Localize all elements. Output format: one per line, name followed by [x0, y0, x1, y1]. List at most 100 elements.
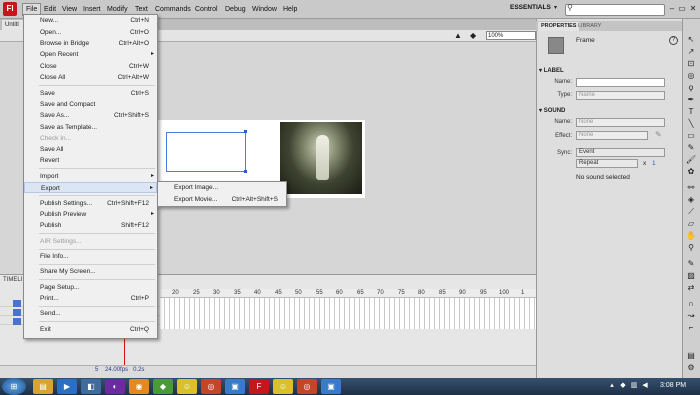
menu-debug[interactable]: Debug: [222, 3, 249, 16]
tab-library[interactable]: LIBRARY: [575, 22, 604, 31]
paint-bucket-tool-icon[interactable]: ◈: [685, 195, 697, 205]
snap-icon[interactable]: ∩: [685, 299, 697, 309]
menu-item-publish-preview[interactable]: Publish Preview ▸: [24, 209, 157, 220]
menu-item-close-all[interactable]: Close All Ctrl+Alt+W: [24, 72, 157, 83]
minimize-button[interactable]: –: [667, 3, 677, 14]
menu-item-send[interactable]: Send...: [24, 308, 157, 319]
workspace-switcher[interactable]: ESSENTIALS: [510, 4, 551, 11]
zoom-select[interactable]: 100%: [486, 31, 536, 40]
menu-control[interactable]: Control: [192, 3, 221, 16]
menu-item-save-as[interactable]: Save As... Ctrl+Shift+S: [24, 110, 157, 121]
messenger2-taskbar-icon[interactable]: ☺: [273, 379, 293, 394]
tool-options-icon[interactable]: ▤: [685, 351, 697, 361]
explorer-taskbar-icon[interactable]: ▤: [33, 379, 53, 394]
selection-handle[interactable]: [244, 170, 247, 173]
menu-item-exit[interactable]: Exit Ctrl+Q: [24, 324, 157, 335]
help-icon[interactable]: ?: [669, 36, 678, 45]
menu-item-print[interactable]: Print... Ctrl+P: [24, 293, 157, 304]
menu-item-save-as-template[interactable]: Save as Template...: [24, 122, 157, 133]
system-clock[interactable]: 3:08 PM: [660, 382, 686, 389]
selection-handle[interactable]: [244, 130, 247, 133]
submenu-item-export-image[interactable]: Export Image...: [158, 182, 286, 193]
text-tool-icon[interactable]: T: [685, 107, 697, 117]
menu-item-publish-settings[interactable]: Publish Settings... Ctrl+Shift+F12: [24, 198, 157, 209]
menu-item-open-recent[interactable]: Open Recent ▸: [24, 49, 157, 60]
tray-arrow-icon[interactable]: ▴: [608, 381, 616, 390]
bone-tool-icon[interactable]: ⚯: [685, 183, 697, 193]
straighten-icon[interactable]: ⌐: [685, 323, 697, 333]
messenger-taskbar-icon[interactable]: ☺: [177, 379, 197, 394]
app3-taskbar-icon[interactable]: ◆: [153, 379, 173, 394]
maximize-button[interactable]: ▭: [677, 3, 687, 14]
frame-grid[interactable]: [160, 298, 536, 329]
frame-name-field[interactable]: [576, 78, 665, 87]
tab-properties[interactable]: PROPERTIES: [538, 22, 580, 31]
menu-item-new[interactable]: New... Ctrl+N: [24, 15, 157, 26]
sound-name-select[interactable]: None: [576, 118, 665, 127]
fps-value[interactable]: 24.00: [105, 367, 120, 373]
repeat-select[interactable]: Repeat: [576, 159, 638, 168]
sync-select[interactable]: Event: [576, 148, 665, 157]
rectangle-tool-icon[interactable]: ▭: [685, 131, 697, 141]
deco-tool-icon[interactable]: ✿: [685, 167, 697, 177]
selected-object[interactable]: [166, 132, 246, 172]
menu-item-save[interactable]: Save Ctrl+S: [24, 88, 157, 99]
menu-item-import[interactable]: Import ▸: [24, 171, 157, 182]
free-transform-tool-icon[interactable]: ⊡: [685, 59, 697, 69]
menu-commands[interactable]: Commands: [152, 3, 194, 16]
tray-network-icon[interactable]: ▥: [630, 381, 638, 390]
app6-taskbar-icon[interactable]: ◎: [297, 379, 317, 394]
hand-tool-icon[interactable]: ✋: [685, 231, 697, 241]
edit-symbol-icon[interactable]: ◆: [470, 31, 480, 40]
menu-item-save-and-compact[interactable]: Save and Compact: [24, 99, 157, 110]
app7-taskbar-icon[interactable]: ▣: [321, 379, 341, 394]
media-taskbar-icon[interactable]: ▶: [57, 379, 77, 394]
app5-taskbar-icon[interactable]: ▣: [225, 379, 245, 394]
menu-item-revert[interactable]: Revert: [24, 155, 157, 166]
menu-help[interactable]: Help: [280, 3, 300, 16]
fill-color-icon[interactable]: ▨: [685, 271, 697, 281]
effect-select[interactable]: None: [576, 131, 648, 140]
app4-taskbar-icon[interactable]: ◎: [201, 379, 221, 394]
pen-tool-icon[interactable]: ✒: [685, 95, 697, 105]
search-input[interactable]: [565, 4, 665, 16]
chevron-down-icon[interactable]: ▾: [554, 4, 557, 11]
subselection-tool-icon[interactable]: ↗: [685, 47, 697, 57]
menu-item-export[interactable]: Export ▸: [24, 182, 157, 193]
menu-item-browse-in-bridge[interactable]: Browse in Bridge Ctrl+Alt+O: [24, 38, 157, 49]
menu-item-close[interactable]: Close Ctrl+W: [24, 61, 157, 72]
menu-item-save-all[interactable]: Save All: [24, 144, 157, 155]
stroke-color-icon[interactable]: ✎: [685, 259, 697, 269]
pencil-tool-icon[interactable]: ✎: [685, 143, 697, 153]
type-select[interactable]: Name: [576, 91, 665, 100]
menu-item-share-my-screen[interactable]: Share My Screen...: [24, 266, 157, 277]
flash-taskbar-icon[interactable]: F: [249, 379, 269, 394]
eyedropper-tool-icon[interactable]: ⟋: [685, 207, 697, 217]
edit-scene-icon[interactable]: ▲: [454, 31, 464, 40]
menu-window[interactable]: Window: [249, 3, 280, 16]
menu-item-publish[interactable]: Publish Shift+F12: [24, 220, 157, 231]
tray-volume-icon[interactable]: ◀: [641, 381, 649, 390]
zoom-tool-icon[interactable]: ⚲: [685, 243, 697, 253]
lasso-tool-icon[interactable]: ϙ: [685, 83, 697, 93]
brush-tool-icon[interactable]: 🖌: [685, 155, 697, 165]
eraser-tool-icon[interactable]: ▱: [685, 219, 697, 229]
smooth-icon[interactable]: ↝: [685, 311, 697, 321]
tray-icon-1[interactable]: ◆: [619, 381, 627, 390]
start-button[interactable]: ⊞: [2, 378, 26, 395]
timeline-tab[interactable]: TIMELI: [3, 277, 22, 283]
tool-options-icon-2[interactable]: ⚙: [685, 363, 697, 373]
submenu-item-export-movie[interactable]: Export Movie... Ctrl+Alt+Shift+S: [158, 194, 286, 205]
menu-item-open[interactable]: Open... Ctrl+O: [24, 27, 157, 38]
repeat-count[interactable]: 1: [652, 160, 656, 167]
label-section-header[interactable]: ▾ LABEL: [539, 67, 564, 74]
menu-item-page-setup[interactable]: Page Setup...: [24, 282, 157, 293]
sound-section-header[interactable]: ▾ SOUND: [539, 107, 565, 114]
pencil-icon[interactable]: ✎: [655, 130, 662, 139]
selection-tool-icon[interactable]: ↖: [685, 35, 697, 45]
app-taskbar-icon[interactable]: ◧: [81, 379, 101, 394]
menu-item-file-info[interactable]: File Info...: [24, 251, 157, 262]
app2-taskbar-icon[interactable]: ◐: [105, 379, 125, 394]
close-button[interactable]: ✕: [688, 3, 698, 14]
swap-colors-icon[interactable]: ⇄: [685, 283, 697, 293]
